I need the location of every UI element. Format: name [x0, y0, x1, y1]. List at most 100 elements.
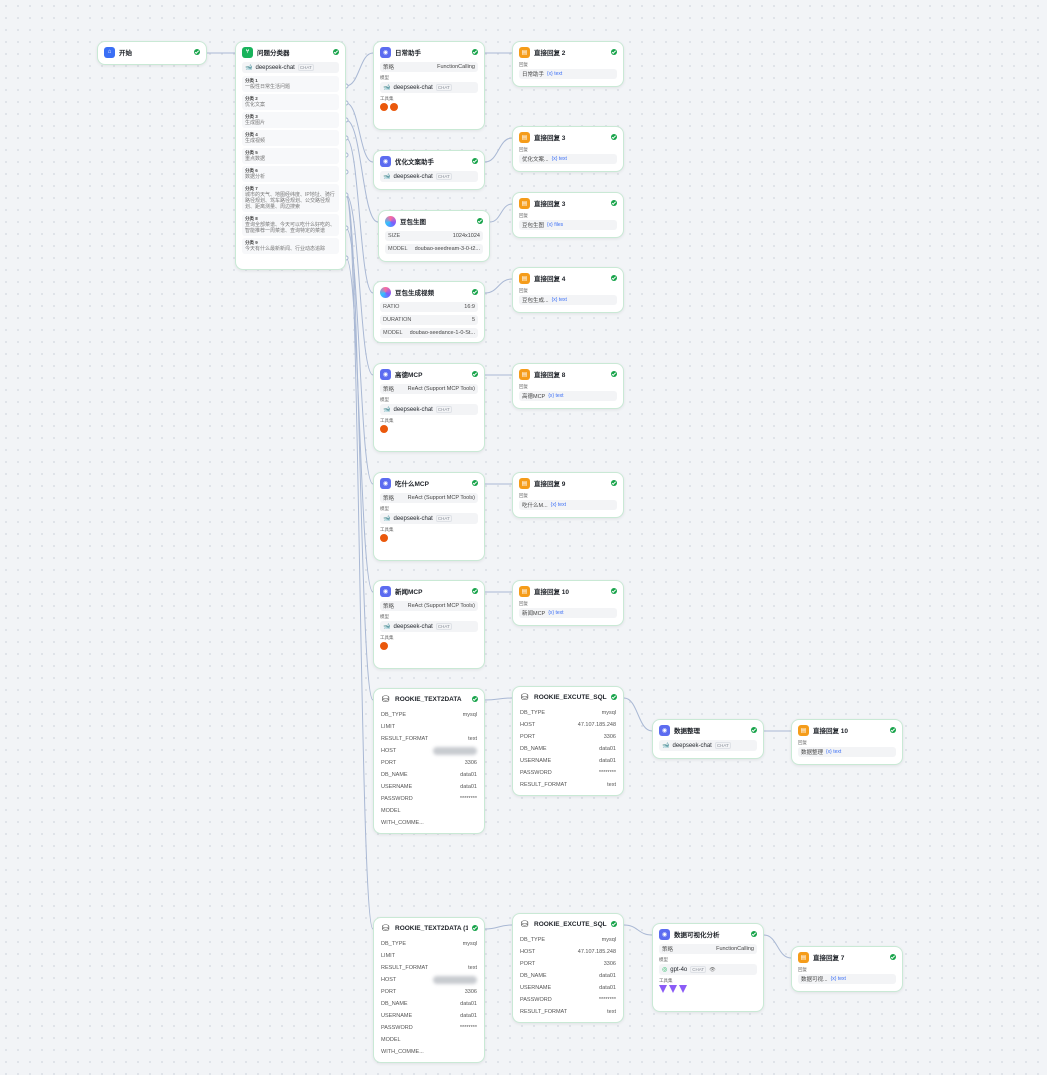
class-description: 生成视频 — [245, 138, 266, 144]
success-check-icon — [472, 588, 478, 594]
ref-source: 优化文案... — [522, 157, 549, 163]
param-row: PASSWORD ******** — [513, 767, 623, 779]
chart-tool-icon[interactable] — [659, 985, 667, 993]
reply-reference[interactable]: 数据可视... {x} text — [798, 974, 896, 984]
reply-reference[interactable]: 豆包生图 {x} files — [519, 220, 617, 230]
tool-icon[interactable] — [380, 425, 388, 433]
reply-reference[interactable]: 吃什么M... {x} text — [519, 500, 617, 510]
doubao-video-node[interactable]: 豆包生成视频 RATIO 16:9 DURATION 5 MODEL doubao-see… — [373, 281, 485, 343]
edge — [623, 924, 653, 936]
tool-icon[interactable] — [390, 103, 398, 111]
model-selector[interactable]: ◎ gpt-4o CHAT 👁 — [659, 964, 757, 975]
doubao-image-node[interactable]: 豆包生图 SIZE 1024x1024 MODEL doubao-seedream-3… — [378, 210, 490, 262]
reply-label: 回复 — [519, 601, 528, 606]
edge — [345, 194, 374, 930]
model-selector[interactable]: 🐋 deepseek-chat CHAT — [659, 740, 757, 751]
param-list: DB_TYPE mysql LIMIT RESULT_FORMAT text HOST PO… — [374, 938, 484, 1058]
class-item[interactable]: 分类 1 一般性日常生活问题 — [242, 76, 339, 92]
edge — [345, 194, 374, 376]
deepseek-whale-icon: 🐋 — [383, 624, 391, 630]
reply-reference[interactable]: 新闻MCP {x} text — [519, 608, 617, 618]
start-node[interactable]: ⌂ 开始 — [97, 41, 207, 65]
reply-node-8[interactable]: ▤ 直接回复 8 回复 高德MCP {x} text — [512, 363, 624, 409]
reply-node-2[interactable]: ▤ 直接回复 2 回复 日常助手 {x} text — [512, 41, 624, 87]
param-value: mysql — [601, 937, 616, 943]
strategy-row: 策略 ReAct (Support MCP Tools) — [380, 601, 478, 611]
class-item[interactable]: 分类 8 查询全部菜谱、今天可以吃什么好吃的、智能推荐一周菜谱、查询特定的菜谱 — [242, 214, 339, 236]
class-item[interactable]: 分类 3 生成图片 — [242, 112, 339, 128]
class-item[interactable]: 分类 4 生成视频 — [242, 130, 339, 146]
reply-node-10b[interactable]: ▤ 直接回复 10 回复 数据整理 {x} text — [791, 719, 903, 765]
class-description: 优化文案 — [245, 102, 266, 108]
execute-sql-node[interactable]: ⛁ ROOKIE_EXCUTE_SQL DB_TYPE mysql HOST 47.1… — [512, 686, 624, 796]
reply-node-7[interactable]: ▤ 直接回复 7 回复 数据可视... {x} text — [791, 946, 903, 992]
tools-label: 工具集 — [380, 418, 394, 423]
reply-node-10a[interactable]: ▤ 直接回复 10 回复 新闻MCP {x} text — [512, 580, 624, 626]
param-list: RATIO 16:9 DURATION 5 MODEL doubao-seedance-1… — [374, 302, 484, 338]
param-key: USERNAME — [520, 758, 552, 764]
param-key: MODEL — [381, 808, 401, 814]
food-mcp-node[interactable]: ◉ 吃什么MCP 策略 ReAct (Support MCP Tools) 模型 … — [373, 472, 485, 561]
execute-sql-1-node[interactable]: ⛁ ROOKIE_EXCUTE_SQL (1) DB_TYPE mysql HOST… — [512, 913, 624, 1023]
reply-node-9[interactable]: ▤ 直接回复 9 回复 吃什么M... {x} text — [512, 472, 624, 518]
edge — [484, 278, 513, 294]
model-selector[interactable]: 🐋 deepseek-chat CHAT — [380, 621, 478, 632]
tool-icon[interactable] — [380, 534, 388, 542]
param-row: DB_NAME data01 — [374, 769, 484, 781]
text2data-1-node[interactable]: ⛁ ROOKIE_TEXT2DATA (1) DB_TYPE mysql LIMIT… — [373, 917, 485, 1063]
reply-node-3a[interactable]: ▤ 直接回复 3 回复 优化文案... {x} text — [512, 126, 624, 172]
param-row: DB_TYPE mysql — [513, 934, 623, 946]
param-value: 3306 — [464, 760, 477, 766]
node-title: 开始 — [119, 50, 132, 57]
edge — [345, 52, 374, 87]
reply-node-4[interactable]: ▤ 直接回复 4 回复 豆包生成... {x} text — [512, 267, 624, 313]
success-check-icon — [611, 275, 617, 281]
param-value: 47.107.185.248 — [577, 722, 616, 728]
success-check-icon — [611, 921, 617, 927]
class-item[interactable]: 分类 2 优化文案 — [242, 94, 339, 110]
news-mcp-node[interactable]: ◉ 新闻MCP 策略 ReAct (Support MCP Tools) 模型 🐋… — [373, 580, 485, 669]
daily-assistant-node[interactable]: ◉ 日常助手 策略 FunctionCalling 模型 🐋 deepseek-ch… — [373, 41, 485, 130]
class-item[interactable]: 分类 6 数据分析 — [242, 166, 339, 182]
model-selector[interactable]: 🐋 deepseek-chat CHAT — [380, 404, 478, 415]
data-organize-node[interactable]: ◉ 数据整理 🐋 deepseek-chat CHAT — [652, 719, 764, 759]
param-key: WITH_COMME... — [381, 1049, 424, 1055]
param-value: 16:9 — [464, 304, 475, 310]
param-key: DB_TYPE — [520, 937, 546, 943]
reply-icon: ▤ — [519, 585, 530, 597]
class-item[interactable]: 分类 7 城市的天气、地图经纬度、IP地址、骑行路径规划、驾车路径规划、公交路径规… — [242, 184, 339, 212]
node-title: 豆包生图 — [400, 219, 426, 226]
data-viz-node[interactable]: ◉ 数据可视化分析 策略 FunctionCalling 模型 ◎ gpt-4o CH… — [652, 923, 764, 1012]
text2data-node[interactable]: ⛁ ROOKIE_TEXT2DATA DB_TYPE mysql LIMIT RESU… — [373, 688, 485, 834]
model-selector[interactable]: 🐋 deepseek-chat CHAT — [380, 171, 478, 182]
class-item[interactable]: 分类 5 重点数据 — [242, 148, 339, 164]
param-value: 5 — [471, 317, 475, 323]
reply-reference[interactable]: 数据整理 {x} text — [798, 747, 896, 757]
model-selector[interactable]: 🐋 deepseek-chat CHAT — [380, 513, 478, 524]
chart-tool-icon[interactable] — [669, 985, 677, 993]
ref-source: 数据整理 — [801, 750, 824, 756]
chart-tool-icon[interactable] — [679, 985, 687, 993]
database-tool-icon: ⛁ — [519, 918, 530, 930]
class-item[interactable]: 分类 9 今天有什么最新新闻、行业动态追踪 — [242, 238, 339, 254]
reply-reference[interactable]: 日常助手 {x} text — [519, 69, 617, 79]
reply-reference[interactable]: 豆包生成... {x} text — [519, 295, 617, 305]
param-value: ******** — [598, 770, 616, 776]
model-selector[interactable]: 🐋 deepseek-chat CHAT — [242, 62, 339, 73]
copy-assistant-node[interactable]: ◉ 优化文案助手 🐋 deepseek-chat CHAT — [373, 150, 485, 190]
class-description: 数据分析 — [245, 174, 266, 180]
param-key: HOST — [381, 748, 397, 754]
tool-icon[interactable] — [380, 103, 388, 111]
tool-icon[interactable] — [380, 642, 388, 650]
reply-reference[interactable]: 优化文案... {x} text — [519, 154, 617, 164]
model-selector[interactable]: 🐋 deepseek-chat CHAT — [380, 82, 478, 93]
reply-node-3b[interactable]: ▤ 直接回复 3 回复 豆包生图 {x} files — [512, 192, 624, 238]
question-classifier-node[interactable]: ⑂ 问题分类器 🐋 deepseek-chat CHAT 分类 1 一般性日常生活… — [235, 41, 346, 270]
param-key: RATIO — [383, 304, 400, 310]
database-tool-icon: ⛁ — [519, 691, 530, 703]
amap-mcp-node[interactable]: ◉ 高德MCP 策略 ReAct (Support MCP Tools) 模型 🐋… — [373, 363, 485, 452]
strategy-value: FunctionCalling — [437, 64, 475, 70]
ref-source: 数据可视... — [801, 977, 828, 983]
strategy-label: 策略 — [383, 496, 395, 502]
reply-reference[interactable]: 高德MCP {x} text — [519, 391, 617, 401]
